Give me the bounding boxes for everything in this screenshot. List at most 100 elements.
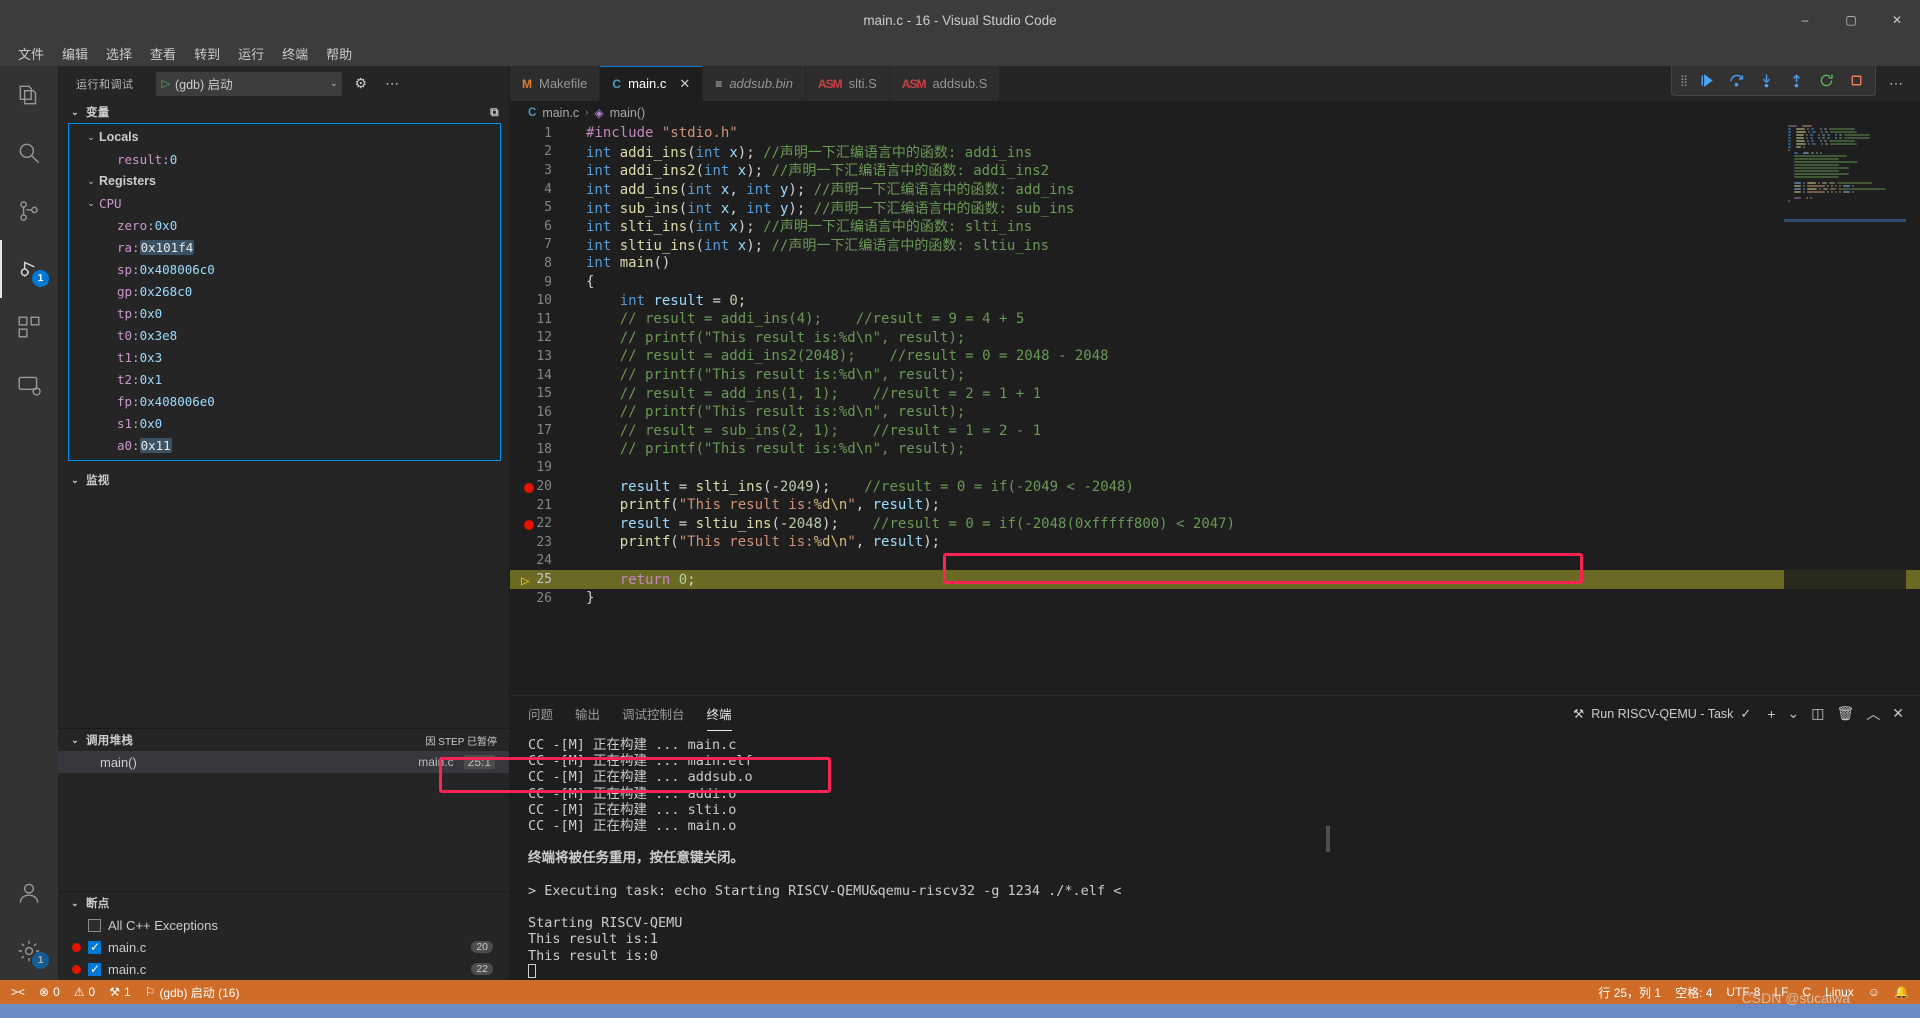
maximize-button[interactable]: ▢ [1828, 0, 1874, 40]
menu-item-4[interactable]: 转到 [186, 42, 228, 65]
line-number[interactable]: 7 [510, 237, 572, 252]
breakpoints-header[interactable]: ⌄ 断点 [58, 892, 509, 914]
debug-toolbar[interactable]: ⣿ [1671, 66, 1876, 96]
status-eol[interactable]: LF [1767, 980, 1795, 1004]
variables-tree[interactable]: ⌄Localsresult: 0⌄Registers⌄CPUzero: 0x0r… [68, 123, 501, 461]
variable-row[interactable]: ⌄CPU [69, 192, 500, 214]
code-line[interactable]: 14 // printf("This result is:%d\n", resu… [510, 366, 1920, 385]
code-line[interactable]: 5int sub_ins(int x, int y); //声明一下汇编语言中的… [510, 198, 1920, 217]
breakpoint-checkbox[interactable] [88, 919, 101, 932]
line-number[interactable]: 8 [510, 256, 572, 271]
sidebar-more-icon[interactable]: ⋯ [380, 75, 404, 92]
variable-row[interactable]: fp: 0x408006e0 [69, 390, 500, 412]
status-indentation[interactable]: 空格: 4 [1668, 980, 1719, 1004]
line-number[interactable]: 25▷ [510, 572, 572, 587]
editor-vertical-scrollbar[interactable] [1906, 124, 1920, 695]
line-number[interactable]: 13 [510, 349, 572, 364]
tab-Makefile[interactable]: MMakefile [510, 66, 600, 101]
line-number[interactable]: 15 [510, 386, 572, 401]
line-number[interactable]: 5 [510, 200, 572, 215]
line-number[interactable]: 2 [510, 144, 572, 159]
status-platform[interactable]: Linux [1818, 980, 1861, 1004]
variable-row[interactable]: ra: 0x101f4 [69, 236, 500, 258]
new-terminal-button[interactable]: + [1763, 706, 1779, 722]
variable-row[interactable]: ⌄Locals [69, 126, 500, 148]
maximize-panel-button[interactable]: ︿ [1862, 704, 1884, 724]
line-number[interactable]: 18 [510, 442, 572, 457]
menu-item-0[interactable]: 文件 [10, 42, 52, 65]
line-number[interactable]: 10 [510, 293, 572, 308]
continue-button[interactable] [1691, 67, 1721, 95]
breadcrumb-symbol[interactable]: main() [610, 106, 645, 120]
code-line[interactable]: 26} [510, 589, 1920, 608]
editor-more-icon[interactable]: ⋯ [1882, 75, 1910, 92]
line-number[interactable]: 26 [510, 591, 572, 606]
menu-item-6[interactable]: 终端 [274, 42, 316, 65]
breakpoint-checkbox[interactable] [88, 941, 101, 954]
menu-item-5[interactable]: 运行 [230, 42, 272, 65]
activity-explorer[interactable] [0, 66, 58, 124]
code-line[interactable]: 1#include "stdio.h" [510, 124, 1920, 143]
line-number[interactable]: 22 [510, 516, 572, 531]
chevron-down-icon[interactable]: ⌄ [83, 132, 99, 143]
code-line[interactable]: 15 // result = add_ins(1, 1); //result =… [510, 384, 1920, 403]
variable-row[interactable]: s1: 0x0 [69, 412, 500, 434]
line-number[interactable]: 16 [510, 405, 572, 420]
call-stack-frame[interactable]: main() main.c 25:1 [58, 751, 509, 773]
status-encoding[interactable]: UTF-8 [1719, 980, 1767, 1004]
line-number[interactable]: 23 [510, 535, 572, 550]
line-number[interactable]: 17 [510, 423, 572, 438]
code-line[interactable]: 4int add_ins(int x, int y); //声明一下汇编语言中的… [510, 180, 1920, 199]
code-line[interactable]: 12 // printf("This result is:%d\n", resu… [510, 329, 1920, 348]
activity-run-and-debug[interactable]: 1 [0, 240, 58, 298]
activity-search[interactable] [0, 124, 58, 182]
variable-row[interactable]: a0: 0x11 [69, 434, 500, 456]
activity-settings[interactable]: 1 [0, 922, 58, 980]
code-line[interactable]: 10 int result = 0; [510, 291, 1920, 310]
step-over-button[interactable] [1721, 67, 1751, 95]
code-line[interactable]: 23 printf("This result is:%d\n", result)… [510, 533, 1920, 552]
code-lines[interactable]: 1#include "stdio.h"2int addi_ins(int x);… [510, 124, 1920, 695]
variable-row[interactable]: tp: 0x0 [69, 302, 500, 324]
restart-button[interactable] [1811, 67, 1841, 95]
status-problems[interactable]: ⊗0 [32, 980, 67, 1004]
chevron-down-icon[interactable]: ⌄ [83, 176, 99, 187]
terminal-output[interactable]: CC -[M] 正在构建 ... main.cCC -[M] 正在构建 ... … [510, 731, 1920, 980]
code-line[interactable]: 17 // result = sub_ins(2, 1); //result =… [510, 422, 1920, 441]
panel-tab-调试控制台[interactable]: 调试控制台 [622, 696, 685, 731]
code-line[interactable]: 8int main() [510, 254, 1920, 273]
close-panel-button[interactable]: ✕ [1888, 705, 1908, 722]
status-language-mode[interactable]: C [1795, 980, 1818, 1004]
code-line[interactable]: 11 // result = addi_ins(4); //result = 9… [510, 310, 1920, 329]
variables-section-header[interactable]: ⌄ 变量 ⧉ [58, 101, 509, 123]
tab-main-c[interactable]: Cmain.c✕ [600, 66, 703, 101]
breakpoint-glyph-icon[interactable] [524, 520, 534, 530]
breakpoint-glyph-icon[interactable] [524, 483, 534, 493]
close-icon[interactable]: ✕ [679, 76, 690, 92]
step-out-button[interactable] [1781, 67, 1811, 95]
menu-item-7[interactable]: 帮助 [318, 42, 360, 65]
start-debug-icon[interactable]: ▷ [162, 77, 170, 90]
line-number[interactable]: 21 [510, 498, 572, 513]
status-remote-indicator[interactable]: >< [4, 980, 32, 1004]
activity-source-control[interactable] [0, 182, 58, 240]
minimap[interactable] [1784, 124, 1906, 695]
tab-addsub-S[interactable]: ASMaddsub.S [890, 66, 1001, 101]
terminal-scrollbar[interactable] [1326, 826, 1330, 852]
variable-row[interactable]: t2: 0x1 [69, 368, 500, 390]
status-cursor-position[interactable]: 行 25，列 1 [1591, 980, 1668, 1004]
code-line[interactable]: 9{ [510, 273, 1920, 292]
call-stack-header[interactable]: ⌄ 调用堆栈 因 STEP 已暂停 [58, 729, 509, 751]
line-number[interactable]: 6 [510, 219, 572, 234]
status-feedback[interactable]: ☺ [1861, 980, 1887, 1004]
line-number[interactable]: 3 [510, 163, 572, 178]
line-number[interactable]: 14 [510, 368, 572, 383]
code-line[interactable]: 21 printf("This result is:%d\n", result)… [510, 496, 1920, 515]
variable-row[interactable]: gp: 0x268c0 [69, 280, 500, 302]
activity-remote-explorer[interactable] [0, 356, 58, 414]
breakpoint-checkbox[interactable] [88, 963, 101, 976]
variable-row[interactable]: sp: 0x408006c0 [69, 258, 500, 280]
code-line[interactable]: 2int addi_ins(int x); //声明一下汇编语言中的函数: ad… [510, 143, 1920, 162]
code-line[interactable]: 25▷ return 0; [510, 570, 1920, 589]
line-number[interactable]: 24 [510, 553, 572, 568]
